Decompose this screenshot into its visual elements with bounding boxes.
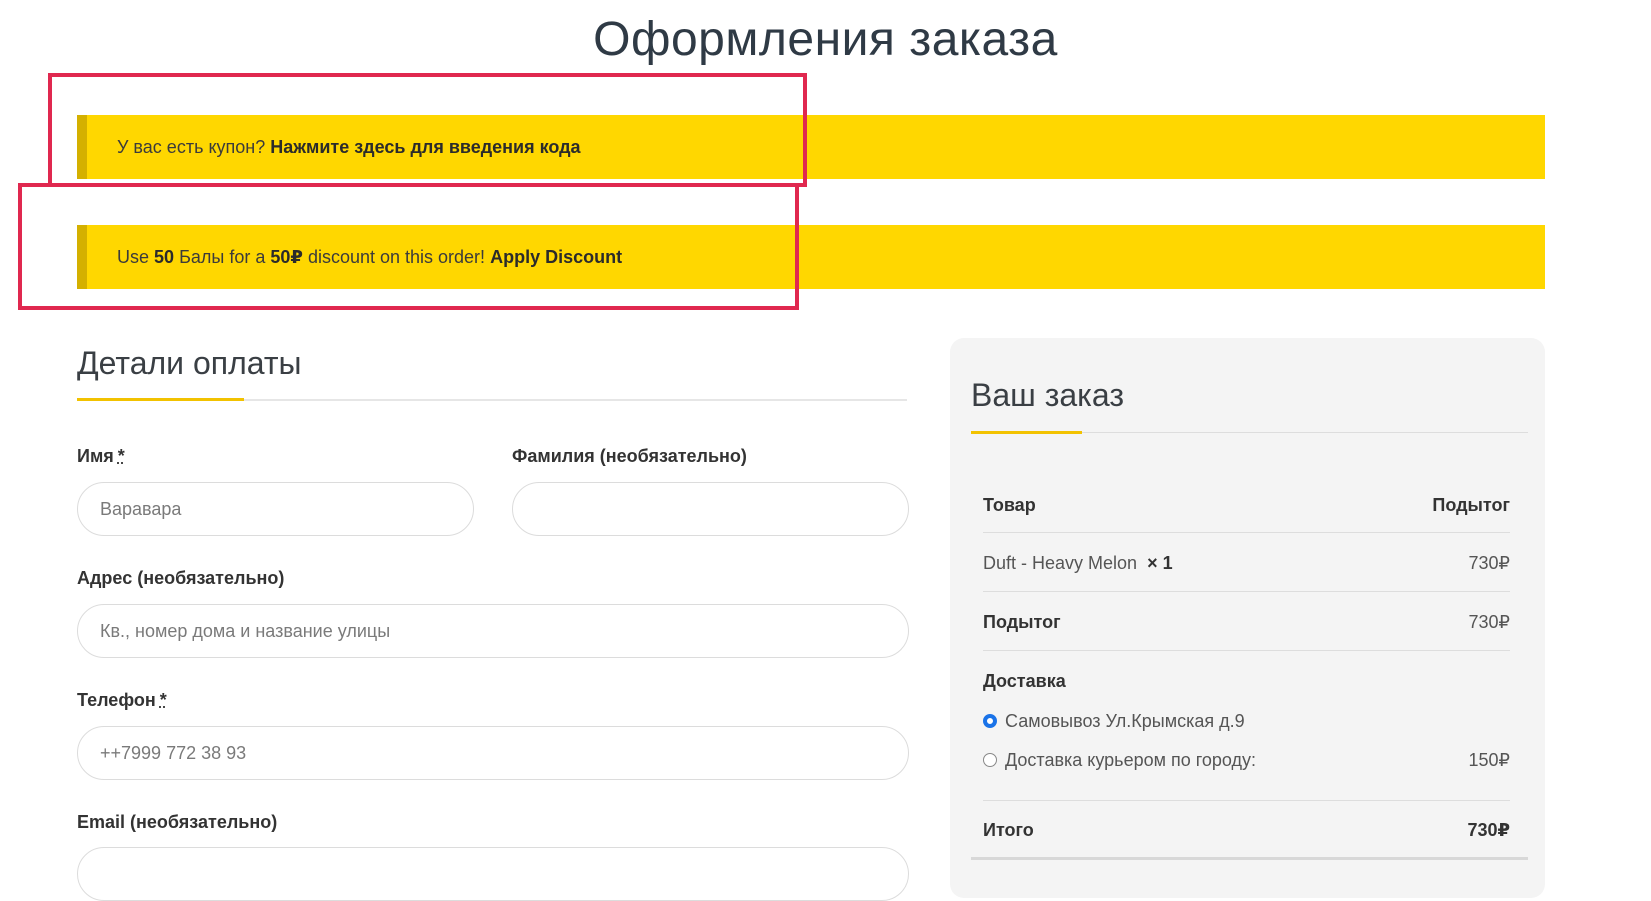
- phone-input[interactable]: ++7999 772 38 93: [77, 726, 909, 780]
- billing-title: Детали оплаты: [77, 345, 302, 381]
- highlight-box-points: [18, 183, 799, 310]
- item-price: 730₽: [1468, 553, 1510, 573]
- email-input[interactable]: [77, 847, 909, 901]
- order-item-row: Duft - Heavy Melon × 1 730₽: [983, 553, 1510, 574]
- phone-label-text: Телефон: [77, 690, 156, 710]
- col-product: Товар: [983, 495, 1036, 515]
- phone-label: Телефон *: [77, 690, 167, 711]
- order-accent: [971, 431, 1082, 434]
- shipping-option-label: Самовывоз Ул.Крымская д.9: [1005, 711, 1245, 731]
- highlight-box-coupon: [48, 73, 807, 187]
- required-mark: *: [117, 446, 125, 466]
- first-name-input[interactable]: Варавара: [77, 482, 474, 536]
- total-value: 730₽: [1467, 820, 1510, 840]
- address-input[interactable]: Кв., номер дома и название улицы: [77, 604, 909, 658]
- order-table-header: Товар Подытог: [983, 495, 1510, 516]
- courier-radio[interactable]: [983, 753, 997, 767]
- shipping-row: Доставка: [983, 671, 1510, 692]
- page-title: Оформления заказа: [593, 13, 1058, 66]
- total-label: Итого: [983, 820, 1034, 840]
- order-bottom-rule: [971, 857, 1528, 860]
- order-title: Ваш заказ: [971, 377, 1124, 413]
- email-label: Email (необязательно): [77, 812, 278, 832]
- shipping-option-label: Доставка курьером по городу:: [1005, 750, 1257, 770]
- total-row: Итого 730₽: [983, 820, 1510, 841]
- subtotal-label: Подытог: [983, 612, 1061, 632]
- row-divider: [983, 650, 1510, 651]
- row-divider: [983, 532, 1510, 533]
- row-divider: [983, 591, 1510, 592]
- last-name-label: Фамилия (необязательно): [512, 446, 747, 466]
- billing-accent: [77, 398, 244, 401]
- subtotal-value: 730₽: [1468, 612, 1510, 632]
- pickup-radio[interactable]: [983, 714, 997, 728]
- row-divider: [983, 800, 1510, 801]
- shipping-option-pickup[interactable]: Самовывоз Ул.Крымская д.9: [983, 711, 1510, 732]
- col-subtotal: Подытог: [1432, 495, 1510, 515]
- first-name-label-text: Имя: [77, 446, 114, 466]
- item-name: Duft - Heavy Melon: [983, 553, 1138, 573]
- shipping-option-price: 150₽: [1468, 750, 1510, 770]
- shipping-label: Доставка: [983, 671, 1066, 691]
- item-qty: × 1: [1147, 553, 1173, 573]
- shipping-option-courier[interactable]: Доставка курьером по городу: 150₽: [983, 750, 1510, 771]
- last-name-input[interactable]: [512, 482, 909, 536]
- first-name-label: Имя *: [77, 446, 125, 467]
- required-mark: *: [159, 690, 167, 710]
- subtotal-row: Подытог 730₽: [983, 612, 1510, 633]
- address-label: Адрес (необязательно): [77, 568, 285, 588]
